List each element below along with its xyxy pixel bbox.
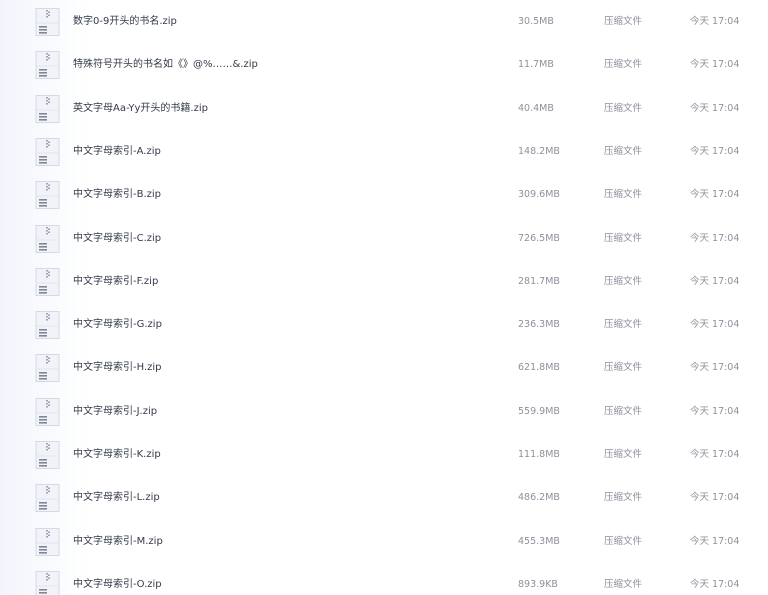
file-modified-time: 今天 17:04	[690, 16, 740, 27]
file-type: 压缩文件	[604, 449, 643, 460]
zip-file-icon	[34, 440, 61, 470]
file-row[interactable]: 中文字母索引-C.zip 726.5MB 压缩文件 今天 17:04	[0, 217, 768, 260]
zip-file-icon	[34, 50, 61, 80]
file-name[interactable]: 中文字母索引-G.zip	[73, 303, 162, 346]
file-type: 压缩文件	[604, 145, 643, 157]
file-size: 309.6MB	[518, 189, 560, 201]
zip-file-icon	[34, 94, 61, 124]
file-name[interactable]: 中文字母索引-F.zip	[73, 260, 158, 303]
file-row[interactable]: 中文字母索引-J.zip 559.9MB 压缩文件 今天 17:04	[0, 390, 768, 433]
file-size: 559.9MB	[518, 405, 560, 417]
file-row[interactable]: 特殊符号开头的书名如《》@%……&.zip 11.7MB 压缩文件 今天 17:…	[0, 43, 768, 86]
file-modified-time: 今天 17:04	[690, 492, 740, 504]
file-name[interactable]: 英文字母Aa-Yy开头的书籍.zip	[73, 87, 208, 130]
file-size: 893.9KB	[518, 578, 558, 590]
file-size: 30.5MB	[518, 16, 554, 27]
file-name[interactable]: 中文字母索引-K.zip	[73, 433, 161, 476]
file-type: 压缩文件	[604, 275, 643, 287]
file-type: 压缩文件	[604, 319, 643, 331]
file-row[interactable]: 中文字母索引-G.zip 236.3MB 压缩文件 今天 17:04	[0, 303, 768, 346]
file-row[interactable]: 中文字母索引-L.zip 486.2MB 压缩文件 今天 17:04	[0, 476, 768, 519]
file-modified-time: 今天 17:04	[690, 275, 740, 287]
file-type: 压缩文件	[604, 16, 643, 27]
zip-file-icon	[34, 267, 61, 297]
file-modified-time: 今天 17:04	[690, 405, 740, 417]
file-row[interactable]: 数字0-9开头的书名.zip 30.5MB 压缩文件 今天 17:04	[0, 0, 768, 43]
file-size: 111.8MB	[518, 449, 560, 460]
file-size: 236.3MB	[518, 319, 560, 331]
file-row[interactable]: 中文字母索引-A.zip 148.2MB 压缩文件 今天 17:04	[0, 130, 768, 173]
file-size: 148.2MB	[518, 145, 560, 157]
file-row[interactable]: 英文字母Aa-Yy开头的书籍.zip 40.4MB 压缩文件 今天 17:04	[0, 87, 768, 130]
file-modified-time: 今天 17:04	[690, 578, 740, 590]
file-name[interactable]: 数字0-9开头的书名.zip	[73, 0, 177, 43]
file-type: 压缩文件	[604, 232, 643, 244]
file-type: 压缩文件	[604, 102, 643, 114]
zip-file-icon	[34, 310, 61, 340]
file-type: 压缩文件	[604, 362, 643, 374]
zip-file-icon	[34, 7, 61, 37]
file-type: 压缩文件	[604, 578, 643, 590]
file-modified-time: 今天 17:04	[690, 232, 740, 244]
file-row[interactable]: 中文字母索引-B.zip 309.6MB 压缩文件 今天 17:04	[0, 173, 768, 216]
file-modified-time: 今天 17:04	[690, 319, 740, 331]
file-name[interactable]: 中文字母索引-C.zip	[73, 217, 161, 260]
file-type: 压缩文件	[604, 535, 643, 547]
file-size: 40.4MB	[518, 102, 554, 114]
file-modified-time: 今天 17:04	[690, 59, 740, 71]
file-row[interactable]: 中文字母索引-F.zip 281.7MB 压缩文件 今天 17:04	[0, 260, 768, 303]
file-name[interactable]: 中文字母索引-B.zip	[73, 173, 161, 216]
file-row[interactable]: 中文字母索引-M.zip 455.3MB 压缩文件 今天 17:04	[0, 520, 768, 563]
file-type: 压缩文件	[604, 59, 643, 71]
file-name[interactable]: 中文字母索引-H.zip	[73, 346, 162, 389]
file-browser-page: 数字0-9开头的书名.zip 30.5MB 压缩文件 今天 17:04 特殊符号…	[0, 0, 768, 595]
file-row[interactable]: 中文字母索引-K.zip 111.8MB 压缩文件 今天 17:04	[0, 433, 768, 476]
file-size: 621.8MB	[518, 362, 560, 374]
file-modified-time: 今天 17:04	[690, 145, 740, 157]
file-modified-time: 今天 17:04	[690, 189, 740, 201]
file-size: 455.3MB	[518, 535, 560, 547]
zip-file-icon	[34, 483, 61, 513]
file-modified-time: 今天 17:04	[690, 535, 740, 547]
file-name[interactable]: 特殊符号开头的书名如《》@%……&.zip	[73, 43, 258, 86]
zip-file-icon	[34, 570, 61, 595]
zip-file-icon	[34, 397, 61, 427]
file-row[interactable]: 中文字母索引-H.zip 621.8MB 压缩文件 今天 17:04	[0, 346, 768, 389]
file-name[interactable]: 中文字母索引-J.zip	[73, 390, 157, 433]
file-name[interactable]: 中文字母索引-M.zip	[73, 520, 163, 563]
zip-file-icon	[34, 137, 61, 167]
file-modified-time: 今天 17:04	[690, 362, 740, 374]
file-name[interactable]: 中文字母索引-A.zip	[73, 130, 161, 173]
file-size: 486.2MB	[518, 492, 560, 504]
zip-file-icon	[34, 353, 61, 383]
file-size: 11.7MB	[518, 59, 554, 71]
zip-file-icon	[34, 224, 61, 254]
file-name[interactable]: 中文字母索引-O.zip	[73, 563, 162, 595]
file-size: 726.5MB	[518, 232, 560, 244]
zip-file-icon	[34, 527, 61, 557]
zip-file-icon	[34, 180, 61, 210]
file-modified-time: 今天 17:04	[690, 449, 740, 460]
file-type: 压缩文件	[604, 189, 643, 201]
file-type: 压缩文件	[604, 492, 643, 504]
file-name[interactable]: 中文字母索引-L.zip	[73, 476, 160, 519]
file-size: 281.7MB	[518, 275, 560, 287]
file-type: 压缩文件	[604, 405, 643, 417]
file-row[interactable]: 中文字母索引-O.zip 893.9KB 压缩文件 今天 17:04	[0, 563, 768, 595]
file-modified-time: 今天 17:04	[690, 102, 740, 114]
